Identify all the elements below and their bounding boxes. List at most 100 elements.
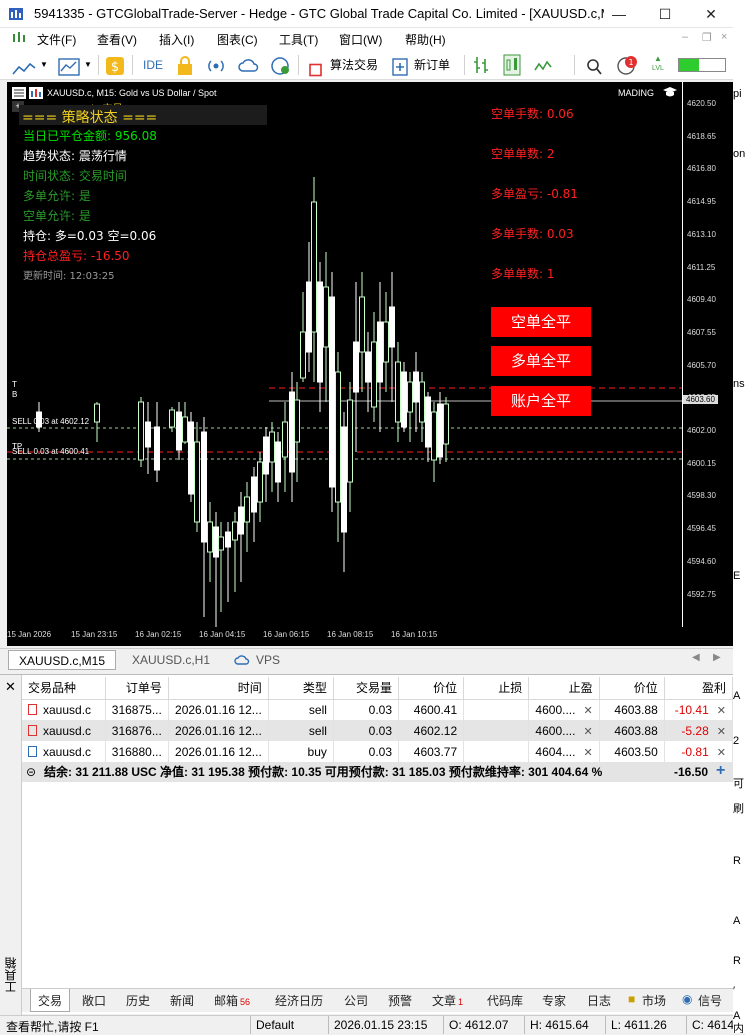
column-header[interactable]: 交易品种 [22, 677, 106, 700]
position-summary: 持仓: 多=0.03 空=0.06 [23, 229, 157, 243]
tab-chart-m15[interactable]: XAUUSD.c,M15 [8, 650, 117, 670]
column-header[interactable]: 交易量 [333, 677, 400, 700]
bar-chart-icon[interactable] [472, 54, 490, 76]
column-header[interactable]: 类型 [268, 677, 334, 700]
column-header[interactable]: 订单号 [105, 677, 169, 700]
tab-codebase[interactable]: 代码库 [487, 992, 523, 1009]
price-axis[interactable]: 4620.50 4618.65 4616.80 4614.95 4613.10 4611.… [682, 82, 733, 627]
table-cell: 316880... [105, 741, 169, 762]
remove-level-icon[interactable]: ✕ [717, 726, 726, 738]
toolbox-tabs: 交易 敞口 历史 新闻 邮箱 56 经济日历 公司 预警 文章 1 代码库 专家 日… [22, 988, 733, 1012]
indicators-icon[interactable] [58, 56, 80, 78]
new-order-button[interactable]: 新订单 [414, 54, 450, 76]
mdi-close-icon[interactable]: × [721, 31, 727, 43]
algo-trading-icon[interactable] [309, 59, 322, 81]
tab-articles[interactable]: 文章 1 [432, 992, 463, 1009]
candlestick-icon[interactable] [502, 54, 522, 76]
column-header[interactable]: 盈利 [664, 677, 734, 700]
column-header[interactable]: 止盈 [528, 677, 600, 700]
tab-experts[interactable]: 专家 [542, 992, 566, 1009]
price-chart[interactable]: XAUUSD.c, M15: Gold vs US Dollar / Spot … [7, 82, 682, 627]
sell-line-label[interactable]: SELL 0.03 at 4600.41 [12, 447, 89, 456]
close-toolbox-icon[interactable]: ✕ [5, 679, 16, 695]
chart-menu-icon[interactable] [12, 31, 26, 45]
tab-company[interactable]: 公司 [344, 992, 368, 1009]
lock-icon[interactable] [176, 55, 194, 77]
price-tick-label: 4598.30 [687, 491, 716, 501]
remove-level-icon[interactable]: ✕ [583, 705, 592, 717]
dollar-icon[interactable]: $ [105, 55, 125, 77]
candle [251, 467, 257, 542]
notifications-icon[interactable]: 1 [616, 54, 640, 76]
price-tick-label: 4600.15 [687, 458, 716, 468]
tab-journal[interactable]: 日志 [587, 992, 611, 1009]
tab-vps[interactable]: VPS [246, 650, 290, 670]
ide-button[interactable]: IDE [143, 54, 163, 76]
column-header[interactable]: 价位 [398, 677, 465, 700]
tab-alerts[interactable]: 预警 [388, 992, 412, 1009]
table-cell: 0.03 [333, 741, 400, 762]
minimize-button[interactable]: — [596, 0, 642, 28]
close-account-button[interactable]: 账户全平 [491, 386, 591, 416]
vps-icon[interactable] [270, 55, 292, 77]
menu-view[interactable]: 查看(V) [97, 31, 137, 48]
remove-level-icon[interactable]: ✕ [583, 747, 592, 759]
tab-market[interactable]: 市场 [642, 992, 666, 1009]
mdi-restore-icon[interactable]: ❐ [702, 31, 712, 44]
column-header[interactable]: 时间 [168, 677, 269, 700]
algo-trading-button[interactable]: 算法交易 [330, 54, 378, 76]
column-header[interactable]: 止损 [463, 677, 530, 700]
menu-file[interactable]: 文件(F) [37, 31, 76, 48]
menu-insert[interactable]: 插入(I) [159, 31, 194, 48]
menu-help[interactable]: 帮助(H) [405, 31, 446, 48]
cloud-icon[interactable] [238, 55, 260, 77]
menu-window[interactable]: 窗口(W) [339, 31, 382, 48]
chevron-down-icon[interactable]: ▼ [84, 54, 92, 76]
time-axis[interactable]: 15 Jan 2026 15 Jan 23:15 16 Jan 02:15 16 Ja… [7, 627, 733, 646]
remove-level-icon[interactable]: ✕ [717, 747, 726, 759]
line-mode-icon[interactable] [534, 56, 554, 78]
table-row[interactable]: xauusd.c 316875... 2026.01.16 12... sell 0.0… [22, 699, 734, 720]
add-icon[interactable]: + [716, 761, 725, 781]
remove-level-icon[interactable]: ✕ [717, 705, 726, 717]
table-row[interactable]: xauusd.c 316876... 2026.01.16 12... sell 0.0… [22, 720, 734, 741]
signal-icon[interactable] [206, 55, 226, 77]
column-header[interactable]: 价位 [599, 677, 665, 700]
tab-scroll-left-icon[interactable]: ◀ [692, 652, 700, 663]
tab-chart-h1[interactable]: XAUUSD.c,H1 [122, 650, 220, 670]
candle [306, 242, 312, 372]
close-all-shorts-button[interactable]: 空单全平 [491, 307, 591, 337]
sell-line-label[interactable]: SELL 0.03 at 4602.12 [12, 417, 89, 426]
tab-signals[interactable]: 信号 [698, 992, 722, 1009]
tab-trade[interactable]: 交易 [38, 992, 62, 1009]
menu-charts[interactable]: 图表(C) [217, 31, 258, 48]
update-time: 更新时间: 12:03:25 [23, 271, 115, 282]
search-icon[interactable] [586, 56, 602, 78]
tab-history[interactable]: 历史 [126, 992, 150, 1009]
table-cell: -10.41 ✕ [664, 699, 734, 720]
candle [269, 422, 275, 492]
remove-level-icon[interactable]: ✕ [583, 726, 592, 738]
table-row[interactable]: xauusd.c 316880... 2026.01.16 12... buy 0.03… [22, 741, 734, 762]
close-button[interactable]: ✕ [688, 0, 734, 28]
chevron-down-icon[interactable]: ▼ [40, 54, 48, 76]
tab-scroll-right-icon[interactable]: ▶ [713, 652, 721, 663]
price-tick-label: 4620.50 [687, 99, 716, 108]
new-order-icon[interactable] [392, 56, 408, 78]
tab-news[interactable]: 新闻 [170, 992, 194, 1009]
table-cell: -0.81 ✕ [664, 741, 734, 762]
chart-menu-icon[interactable] [12, 87, 26, 99]
tab-calendar[interactable]: 经济日历 [275, 992, 323, 1009]
background-text-fragment: ′ [733, 985, 736, 997]
table-cell: buy [268, 741, 334, 762]
line-chart-icon[interactable] [12, 58, 36, 80]
collapse-icon[interactable]: ⊝ [26, 762, 36, 782]
table-cell: 4602.12 [398, 720, 465, 741]
tab-exposure[interactable]: 敞口 [82, 992, 106, 1009]
close-all-longs-button[interactable]: 多单全平 [491, 346, 591, 376]
long-lots: 多单手数: 0.03 [491, 227, 574, 241]
mdi-minimize-icon[interactable]: – [682, 31, 688, 43]
tab-mailbox[interactable]: 邮箱 56 [214, 992, 250, 1009]
maximize-button[interactable]: ☐ [642, 0, 688, 28]
menu-tools[interactable]: 工具(T) [279, 31, 318, 48]
